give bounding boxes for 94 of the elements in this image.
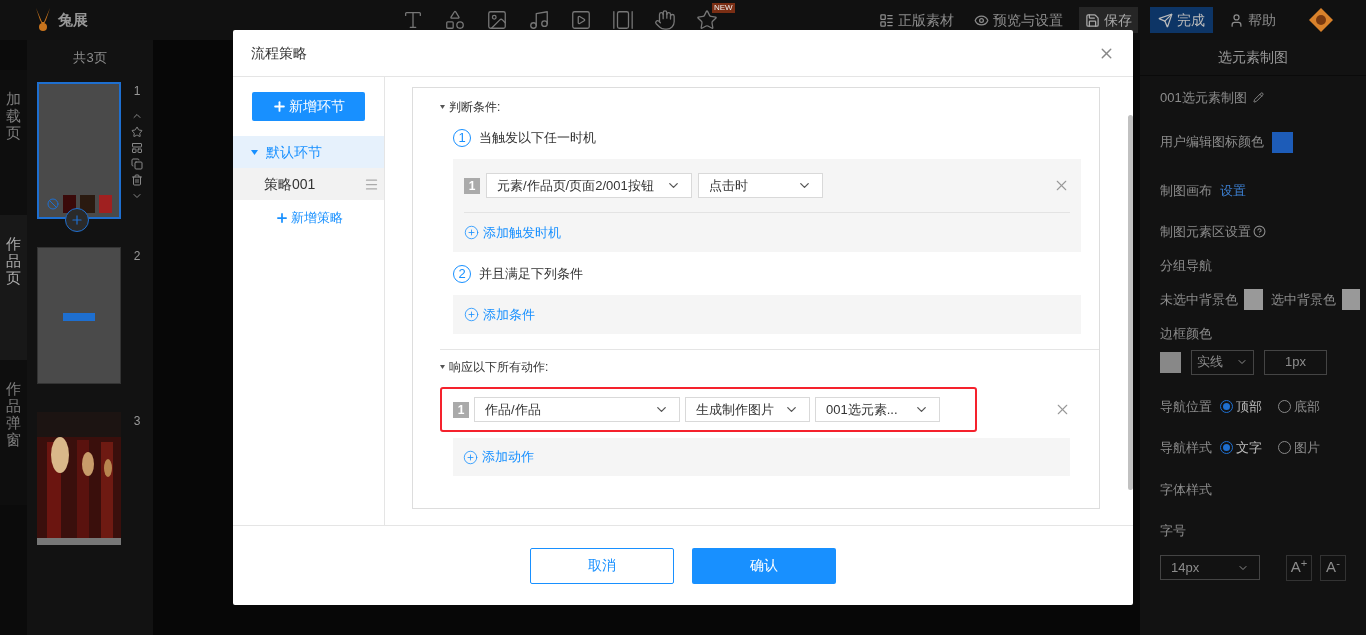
field-label: 边框颜色: [1160, 325, 1213, 343]
dialog-button[interactable]: 确认: [692, 547, 836, 584]
dialog-title: 流程策略: [251, 43, 307, 63]
field-label: 未选中背景色: [1160, 290, 1238, 309]
thumbnail-tabs-drawing: [46, 194, 112, 213]
toolbar-action-button[interactable]: 帮助: [1225, 9, 1280, 31]
index-number: 1: [464, 177, 480, 194]
plus-icon: [274, 210, 289, 225]
add-link[interactable]: 添加触发时机: [464, 222, 561, 243]
font-size-step-button[interactable]: A$^{-}$: [1320, 554, 1346, 581]
toolbar-action-button[interactable]: 保存: [1079, 7, 1138, 33]
toolbar-tool-icon[interactable]: [612, 9, 634, 31]
toolbar-action-button[interactable]: 预览与设置: [970, 9, 1067, 31]
pages-count: 共3页: [73, 49, 107, 67]
drag-handle-icon[interactable]: [364, 176, 379, 192]
toolbar-tool-icon[interactable]: [696, 9, 718, 31]
toolbar-tool-icon[interactable]: [486, 9, 508, 31]
help-icon[interactable]: [1253, 225, 1266, 239]
avatar-icon[interactable]: [1308, 7, 1334, 33]
field-label: 导航样式: [1160, 439, 1212, 457]
radio-option[interactable]: 底部: [1278, 396, 1320, 416]
section-heading: 判断条件:: [449, 99, 501, 116]
field-label: 用户编辑图标颜色: [1160, 133, 1264, 152]
step-label: 并且满足下列条件: [479, 265, 583, 284]
toolbar-tool-icon[interactable]: [444, 9, 466, 31]
dropdown-select[interactable]: 作品/作品: [474, 397, 680, 422]
color-swatch[interactable]: [1160, 351, 1181, 373]
plus-circle-icon: [464, 307, 479, 322]
field-label: 制图画布: [1160, 181, 1212, 200]
toolbar-action-icon: [879, 12, 894, 28]
color-swatch[interactable]: [1244, 289, 1263, 310]
page-number: 1: [133, 82, 141, 100]
plus-circle-icon: [463, 449, 478, 465]
field-label: 选中背景色: [1270, 290, 1336, 309]
toolbar-tool-icon[interactable]: [570, 9, 592, 31]
index-number: 1: [453, 401, 469, 418]
field-label: 字号: [1160, 522, 1187, 540]
panel-title: 选元素制图: [1140, 40, 1366, 76]
thumbnail-button-drawing: [63, 312, 95, 321]
toolbar-action-icon: [1158, 12, 1173, 28]
color-swatch[interactable]: [1341, 289, 1360, 310]
section-heading: 响应以下所有动作:: [449, 359, 549, 376]
plus-icon: [70, 212, 84, 227]
add-link[interactable]: 添加条件: [464, 304, 535, 325]
copy-icon[interactable]: [131, 157, 143, 170]
dropdown-select[interactable]: 点击时: [698, 173, 823, 198]
caret-icon: [440, 365, 445, 369]
strategy-item[interactable]: 策略001: [233, 168, 384, 200]
add-stage-button[interactable]: 新增环节: [252, 92, 365, 121]
star-icon[interactable]: [131, 125, 143, 138]
radio-option[interactable]: 文字: [1220, 438, 1262, 458]
stage-item[interactable]: 默认环节: [233, 136, 384, 168]
add-link[interactable]: 添加动作: [463, 447, 534, 467]
radio-option[interactable]: 顶部: [1220, 396, 1262, 416]
font-size-step-button[interactable]: A$^{+}$: [1286, 554, 1312, 581]
page-number: 3: [133, 412, 141, 430]
toolbar-tool-icon[interactable]: [528, 9, 550, 31]
border-style-select[interactable]: 实线: [1191, 349, 1254, 375]
logo-text: 兔展: [58, 9, 88, 30]
section-label: 分组导航: [1160, 256, 1213, 275]
dialog-button[interactable]: 取消: [530, 547, 674, 584]
layout-icon[interactable]: [131, 141, 143, 154]
caret-icon: [251, 149, 258, 155]
color-swatch[interactable]: [1272, 131, 1293, 153]
toolbar-action-icon: [974, 12, 989, 28]
dropdown-select[interactable]: 001选元素...: [815, 397, 940, 422]
page-number: 2: [133, 247, 141, 265]
page-thumbnail[interactable]: [37, 81, 121, 219]
toolbar-action-icon: [1229, 12, 1244, 28]
element-name: 001选元素制图: [1160, 89, 1247, 107]
border-width-field[interactable]: 1px: [1264, 349, 1327, 375]
toolbar-tool-icon[interactable]: [402, 9, 424, 31]
plus-icon: [272, 99, 287, 114]
page-thumbnail[interactable]: [37, 246, 121, 384]
radio-option[interactable]: 图片: [1278, 438, 1320, 458]
toolbar-action-button[interactable]: 完成: [1150, 7, 1213, 33]
settings-link[interactable]: 设置: [1220, 180, 1246, 200]
dropdown-select[interactable]: 元素/作品页/页面2/001按钮: [486, 173, 692, 198]
toolbar-tool-icon[interactable]: [654, 9, 676, 31]
new-badge: NEW: [712, 3, 735, 13]
add-strategy-link[interactable]: 新增策略: [233, 208, 384, 228]
dropdown-select[interactable]: 生成制作图片: [685, 397, 810, 422]
edit-icon[interactable]: [1252, 92, 1264, 104]
toolbar-action-button[interactable]: 正版素材: [875, 9, 958, 31]
field-label: 制图元素区设置: [1160, 223, 1251, 241]
step-label: 当触发以下任一时机: [479, 129, 596, 148]
section-label: 字体样式: [1160, 480, 1213, 499]
toolbar-action-icon: [1085, 12, 1100, 28]
font-size-select[interactable]: 14px: [1160, 555, 1260, 580]
caret-icon: [440, 105, 445, 109]
trash-icon[interactable]: [131, 173, 143, 186]
plus-circle-icon: [464, 225, 479, 240]
field-label: 导航位置: [1160, 397, 1212, 416]
side-tab[interactable]: 作品页: [0, 215, 27, 360]
